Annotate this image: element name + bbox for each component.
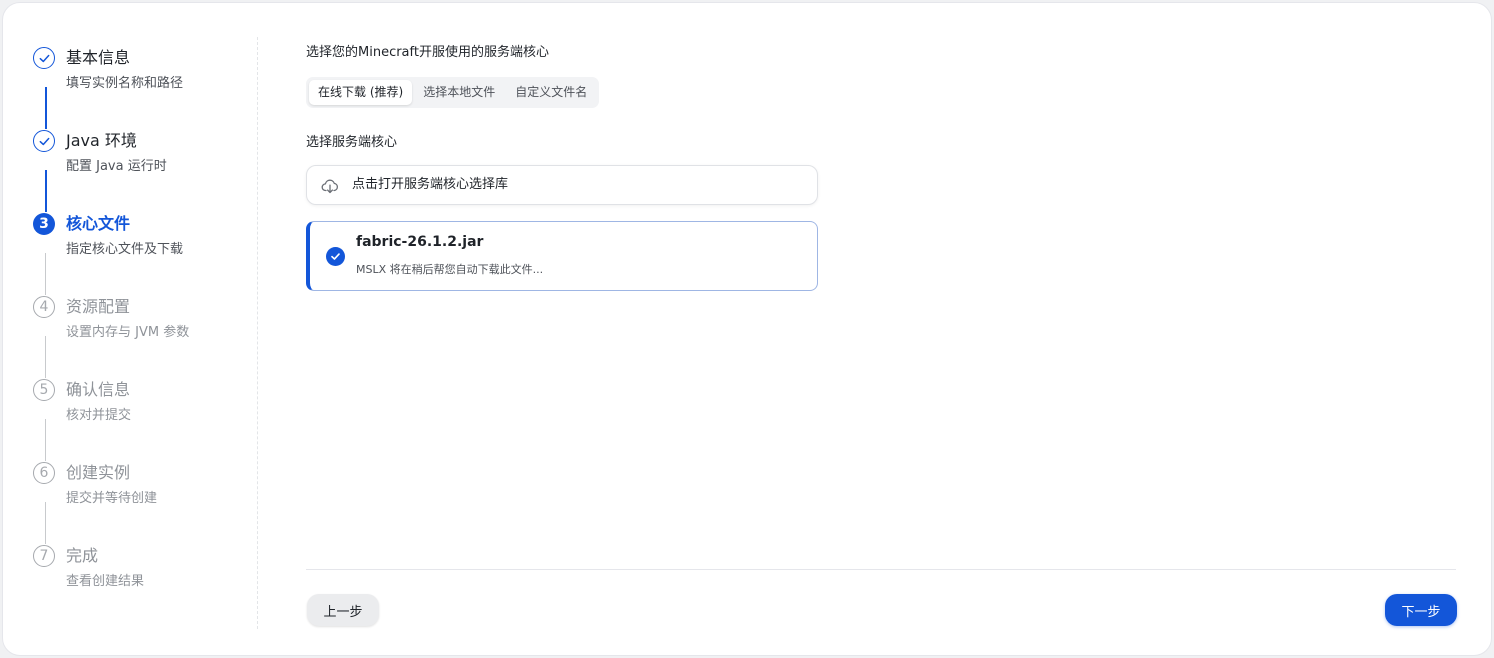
steps-sidebar: 基本信息 填写实例名称和路径 Java 环境 配置 Java 运行时 3 核心文… bbox=[3, 3, 259, 657]
footer-divider bbox=[306, 569, 1456, 570]
next-step-button[interactable]: 下一步 bbox=[1385, 594, 1457, 626]
step-desc: 填写实例名称和路径 bbox=[66, 76, 184, 91]
step-1: 基本信息 填写实例名称和路径 bbox=[33, 47, 243, 129]
check-icon bbox=[33, 47, 55, 69]
step-number: 3 bbox=[33, 213, 55, 235]
step-desc: 查看创建结果 bbox=[66, 574, 145, 589]
step-desc: 指定核心文件及下载 bbox=[66, 242, 184, 257]
step-title: 核心文件 bbox=[66, 214, 131, 233]
step-number: 7 bbox=[33, 545, 55, 567]
step-number: 5 bbox=[33, 379, 55, 401]
page-heading: 选择您的Minecraft开服使用的服务端核心 bbox=[306, 45, 549, 60]
cloud-download-icon bbox=[321, 177, 339, 195]
step-6: 6 创建实例 提交并等待创建 bbox=[33, 462, 243, 544]
step-title: 基本信息 bbox=[66, 48, 131, 67]
sidebar-divider bbox=[257, 37, 258, 629]
step-title: 确认信息 bbox=[66, 380, 131, 399]
step-connector bbox=[45, 253, 46, 295]
step-connector bbox=[45, 87, 47, 129]
step-7: 7 完成 查看创建结果 bbox=[33, 545, 243, 625]
step-title: 资源配置 bbox=[66, 297, 131, 316]
step-number: 6 bbox=[33, 462, 55, 484]
wizard-card: 基本信息 填写实例名称和路径 Java 环境 配置 Java 运行时 3 核心文… bbox=[2, 2, 1492, 656]
core-section-label: 选择服务端核心 bbox=[306, 135, 398, 150]
main-panel: 选择您的Minecraft开服使用的服务端核心 在线下载 (推荐) 选择本地文件… bbox=[306, 3, 1457, 657]
step-connector bbox=[45, 336, 46, 378]
step-connector bbox=[45, 502, 46, 544]
step-title: 完成 bbox=[66, 546, 99, 565]
selected-core-file[interactable]: fabric-26.1.2.jar MSLX 将在稍后帮您自动下载此文件... bbox=[306, 221, 818, 291]
check-icon bbox=[33, 130, 55, 152]
step-3: 3 核心文件 指定核心文件及下载 bbox=[33, 213, 243, 295]
step-desc: 配置 Java 运行时 bbox=[66, 159, 167, 174]
step-desc: 核对并提交 bbox=[66, 408, 132, 423]
selected-file-desc: MSLX 将在稍后帮您自动下载此文件... bbox=[356, 263, 544, 276]
prev-step-button[interactable]: 上一步 bbox=[307, 594, 379, 626]
tab-local-file[interactable]: 选择本地文件 bbox=[414, 80, 504, 105]
tab-custom-filename[interactable]: 自定义文件名 bbox=[506, 80, 596, 105]
step-2: Java 环境 配置 Java 运行时 bbox=[33, 130, 243, 212]
tab-online-download[interactable]: 在线下载 (推荐) bbox=[309, 80, 413, 105]
step-5: 5 确认信息 核对并提交 bbox=[33, 379, 243, 461]
step-connector bbox=[45, 170, 47, 212]
step-title: 创建实例 bbox=[66, 463, 131, 482]
open-core-library-button[interactable]: 点击打开服务端核心选择库 bbox=[306, 165, 818, 205]
source-tabs: 在线下载 (推荐) 选择本地文件 自定义文件名 bbox=[306, 77, 600, 108]
open-core-library-label: 点击打开服务端核心选择库 bbox=[352, 177, 509, 192]
step-connector bbox=[45, 419, 46, 461]
step-4: 4 资源配置 设置内存与 JVM 参数 bbox=[33, 296, 243, 378]
selected-file-name: fabric-26.1.2.jar bbox=[356, 234, 484, 250]
step-desc: 提交并等待创建 bbox=[66, 491, 158, 506]
check-circle-icon bbox=[326, 247, 345, 266]
step-number: 4 bbox=[33, 296, 55, 318]
step-title: Java 环境 bbox=[66, 131, 137, 150]
step-desc: 设置内存与 JVM 参数 bbox=[66, 325, 190, 340]
